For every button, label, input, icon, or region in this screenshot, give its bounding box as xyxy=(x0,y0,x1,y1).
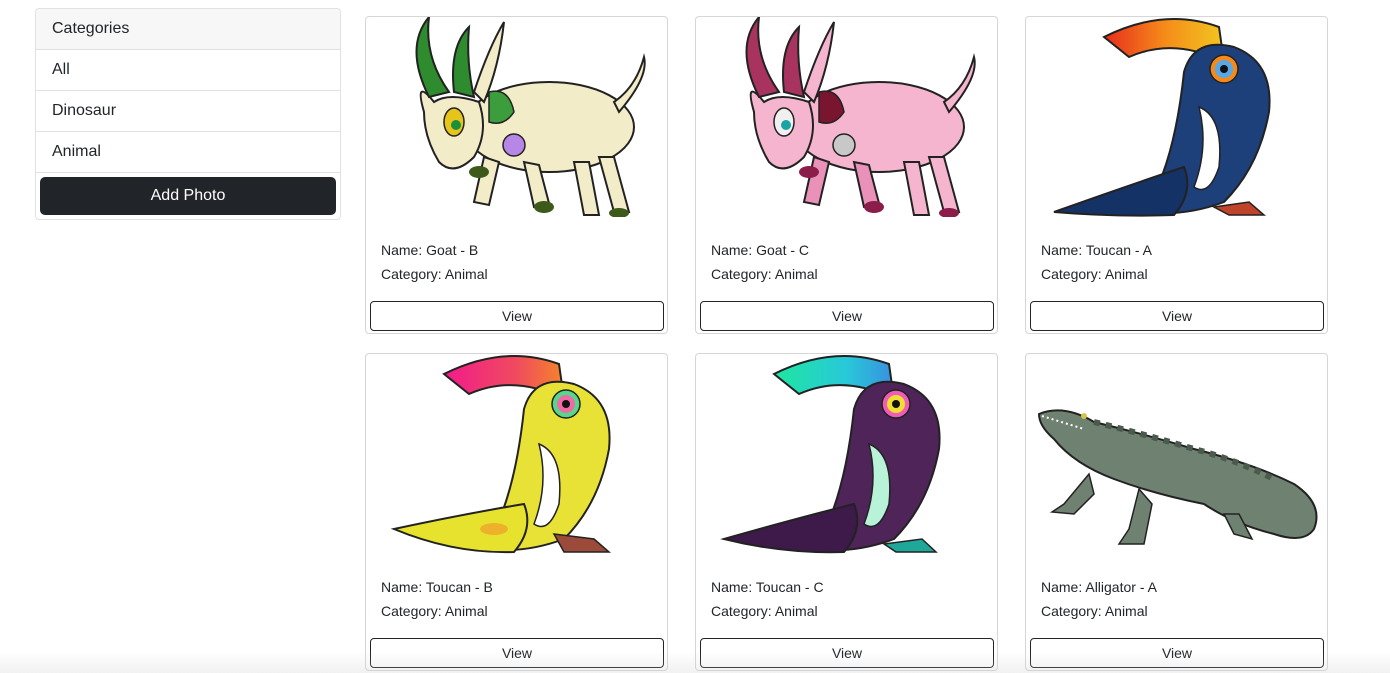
view-button[interactable]: View xyxy=(700,301,994,331)
category-animal[interactable]: Animal xyxy=(36,132,340,173)
photo-card: Name: Toucan - B Category: Animal View xyxy=(365,353,668,671)
photo-name: Name: Goat - B xyxy=(381,242,479,258)
photo-name: Name: Toucan - B xyxy=(381,579,493,595)
photo-name: Name: Alligator - A xyxy=(1041,579,1157,595)
view-button[interactable]: View xyxy=(370,638,664,668)
categories-header: Categories xyxy=(36,9,340,50)
photo-card: Name: Goat - C Category: Animal View xyxy=(695,16,998,334)
categories-panel: Categories All Dinosaur Animal Add Photo xyxy=(35,8,341,220)
toucan-blue-icon xyxy=(1053,18,1271,217)
goat-pink-icon xyxy=(745,17,976,217)
photo-card: Name: Toucan - A Category: Animal View xyxy=(1025,16,1328,334)
goat-cream-icon xyxy=(415,17,646,217)
photo-card: Name: Alligator - A Category: Animal Vie… xyxy=(1025,353,1328,671)
photo-card: Name: Goat - B Category: Animal View xyxy=(365,16,668,334)
add-photo-button[interactable]: Add Photo xyxy=(40,177,336,215)
photo-name: Name: Toucan - A xyxy=(1041,242,1153,258)
photo-name: Name: Goat - C xyxy=(711,242,810,258)
photo-card: Name: Toucan - C Category: Animal View xyxy=(695,353,998,671)
photo-category: Category: Animal xyxy=(1041,603,1148,619)
photo-category: Category: Animal xyxy=(381,266,488,282)
view-button[interactable]: View xyxy=(700,638,994,668)
view-button[interactable]: View xyxy=(1030,301,1324,331)
photo-category: Category: Animal xyxy=(711,266,818,282)
view-button[interactable]: View xyxy=(370,301,664,331)
photo-category: Category: Animal xyxy=(1041,266,1148,282)
photo-name: Name: Toucan - C xyxy=(711,579,824,595)
category-all[interactable]: All xyxy=(36,50,340,91)
photo-category: Category: Animal xyxy=(711,603,818,619)
category-dinosaur[interactable]: Dinosaur xyxy=(36,91,340,132)
toucan-yellow-icon xyxy=(390,355,612,554)
alligator-icon xyxy=(1037,409,1318,545)
view-button[interactable]: View xyxy=(1030,638,1324,668)
toucan-purple-icon xyxy=(720,355,941,554)
photo-category: Category: Animal xyxy=(381,603,488,619)
